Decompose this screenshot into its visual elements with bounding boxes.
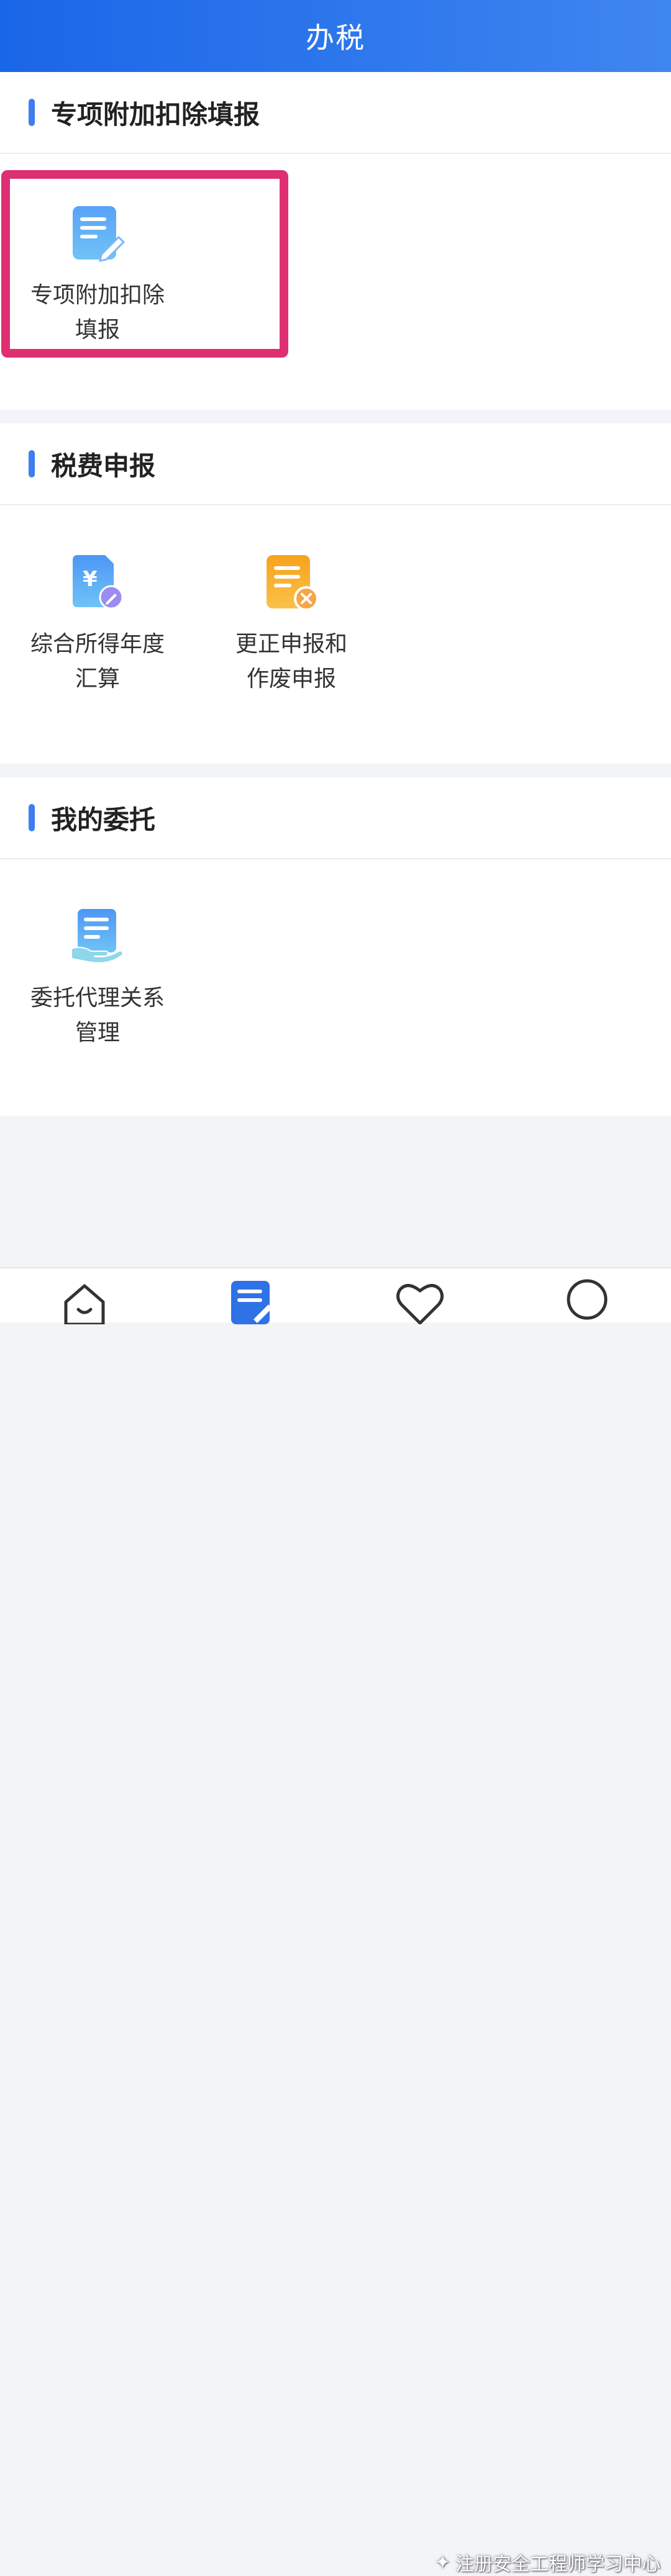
- svg-text:¥: ¥: [83, 567, 98, 592]
- section-accent-bar: [29, 99, 35, 126]
- section-title: 专项附加扣除填报: [51, 99, 260, 130]
- tile-label-line2: 作废申报: [246, 666, 336, 692]
- highlight-box: [1, 170, 288, 358]
- wechat-icon: ✦: [435, 2551, 451, 2574]
- top-header: 办税: [0, 0, 671, 72]
- watermark: ✦ 注册安全工程师学习中心: [435, 2549, 660, 2576]
- yuan-document-icon: ¥: [69, 554, 126, 611]
- section-title: 我的委托: [51, 804, 156, 835]
- section-tax-declaration: 税费申报 ¥ 综合所得年度 汇算 更正申报和 作废申报: [0, 423, 671, 764]
- document-cancel-icon: [263, 554, 320, 611]
- page-title: 办税: [306, 21, 365, 55]
- user-icon[interactable]: [565, 1278, 609, 1327]
- tile-label-line2: 管理: [75, 1020, 120, 1046]
- tile-label-line1: 委托代理关系: [30, 985, 165, 1011]
- tile-correct-void-declaration[interactable]: 更正申报和 作废申报: [195, 554, 388, 697]
- page-background: [0, 1116, 671, 1267]
- tile-label-line1: 综合所得年度: [30, 631, 165, 657]
- watermark-text: 注册安全工程师学习中心: [455, 2554, 661, 2575]
- section-title: 税费申报: [51, 450, 156, 481]
- tax-document-icon[interactable]: [229, 1280, 275, 1327]
- tile-label: 委托代理关系 管理: [17, 981, 178, 1051]
- section-header: 税费申报: [0, 423, 671, 505]
- section-accent-bar: [29, 450, 35, 477]
- bottom-tab-bar: ✦ 注册安全工程师学习中心: [0, 1267, 671, 2575]
- section-header: 专项附加扣除填报: [0, 72, 671, 154]
- tile-label: 更正申报和 作废申报: [211, 627, 372, 697]
- tile-label-line2: 汇算: [75, 666, 120, 692]
- document-hand-icon: [69, 908, 126, 965]
- tile-label-line1: 更正申报和: [235, 631, 347, 657]
- tile-label: 综合所得年度 汇算: [17, 627, 178, 697]
- heart-icon[interactable]: [395, 1280, 445, 1327]
- section-header: 我的委托: [0, 777, 671, 859]
- section-accent-bar: [29, 804, 35, 831]
- home-icon[interactable]: [62, 1282, 107, 1327]
- tile-agency-management[interactable]: 委托代理关系 管理: [1, 908, 194, 1051]
- section-my-delegation: 我的委托 委托代理关系 管理: [0, 777, 671, 1116]
- tile-annual-settlement[interactable]: ¥ 综合所得年度 汇算: [1, 554, 194, 697]
